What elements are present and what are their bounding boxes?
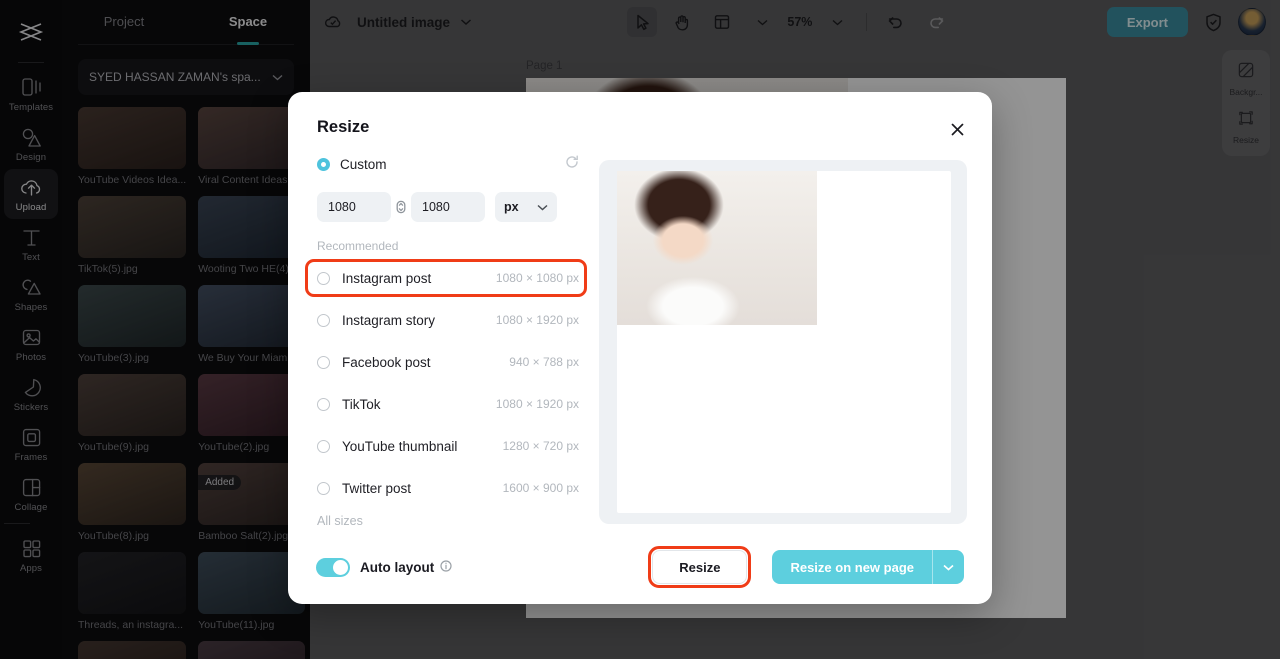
resize-button[interactable]: Resize [648,546,752,588]
preset-radio[interactable] [317,271,330,285]
preset-facebook-post[interactable]: Facebook post 940 × 788 px [317,341,579,383]
preset-list: Instagram post 1080 × 1080 px Instagram st… [305,257,587,509]
preset-name: TikTok [342,396,381,412]
preset-instagram-post[interactable]: Instagram post 1080 × 1080 px [305,257,587,299]
preset-name: Instagram post [342,270,432,286]
preset-youtube-thumbnail[interactable]: YouTube thumbnail 1280 × 720 px [317,425,579,467]
preset-size: 940 × 788 px [509,355,579,369]
dialog-title: Resize [317,118,370,136]
link-dimensions-icon[interactable] [394,197,408,217]
preset-size: 1600 × 900 px [502,481,579,495]
dialog-footer: Auto layout Resize Resize on new page [288,530,992,604]
all-sizes-link[interactable]: All sizes [317,514,579,528]
auto-layout-label: Auto layout [360,559,435,575]
preset-size: 1080 × 1080 px [495,271,579,285]
preset-tiktok[interactable]: TikTok 1080 × 1920 px [317,383,579,425]
preset-radio[interactable] [317,397,330,411]
reset-icon[interactable] [565,155,579,174]
dimension-inputs: px [317,192,579,222]
custom-size-row[interactable]: Custom [317,152,579,176]
width-input[interactable] [317,192,391,222]
preview-photo [617,171,817,325]
preset-radio[interactable] [317,439,330,453]
preset-instagram-story[interactable]: Instagram story 1080 × 1920 px [317,299,579,341]
close-icon[interactable] [944,116,970,142]
resize-preview [599,160,967,524]
preset-radio[interactable] [317,313,330,327]
preset-name: Twitter post [342,480,412,496]
preset-name: YouTube thumbnail [342,438,458,454]
preset-size: 1080 × 1920 px [495,313,579,327]
preset-size: 1280 × 720 px [502,439,579,453]
info-icon[interactable] [440,559,452,575]
recommended-label: Recommended [317,239,399,253]
custom-radio[interactable] [317,157,330,171]
unit-select[interactable]: px [495,192,557,222]
preset-radio[interactable] [317,355,330,369]
preset-name: Instagram story [342,312,436,328]
preset-twitter-post[interactable]: Twitter post 1600 × 900 px [317,467,579,509]
custom-label: Custom [340,156,387,172]
preset-radio[interactable] [317,481,330,495]
new-page-chevron-down-icon[interactable] [932,550,964,584]
height-input[interactable] [411,192,485,222]
resize-new-page-group: Resize on new page [772,550,964,584]
dialog-left-column: Custom px [305,152,587,528]
auto-layout-toggle[interactable] [316,557,350,577]
resize-dialog: Resize Custom 1080 1080 px Recommended I… [288,92,992,604]
resize-on-new-page-button[interactable]: Resize on new page [772,550,932,584]
preset-name: Facebook post [342,354,431,370]
preset-size: 1080 × 1920 px [495,397,579,411]
unit-chevron-down-icon [537,200,548,214]
preview-page [617,171,951,513]
unit-value: px [504,200,519,214]
